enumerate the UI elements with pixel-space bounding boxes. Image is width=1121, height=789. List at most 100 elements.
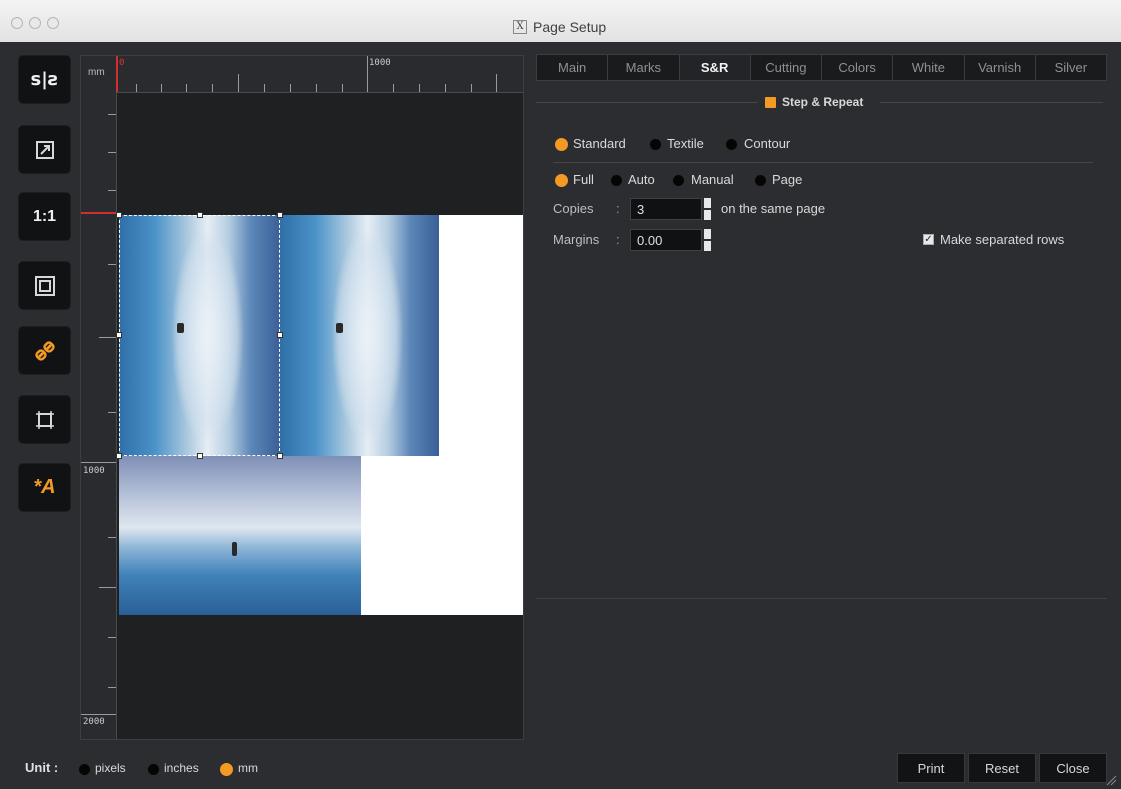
window-title-group: X Page Setup xyxy=(513,19,606,35)
horizontal-ruler: 0 1000 xyxy=(116,56,523,93)
crop-button[interactable] xyxy=(19,396,70,443)
fit-icon xyxy=(35,140,54,159)
divider xyxy=(553,162,1093,163)
resize-handle[interactable] xyxy=(116,212,122,218)
close-button[interactable]: Close xyxy=(1039,753,1107,783)
v-ruler-label-2000: 2000 xyxy=(83,717,105,727)
make-separated-rows-label: Make separated rows xyxy=(940,232,1065,247)
v-ruler-tick xyxy=(108,114,116,115)
tab-sr[interactable]: S&R xyxy=(679,55,751,80)
radio-full[interactable] xyxy=(555,174,568,187)
radio-manual-label: Manual xyxy=(691,172,734,187)
crop-icon xyxy=(35,410,54,429)
radio-unit-pixels[interactable] xyxy=(78,763,91,776)
radio-contour[interactable] xyxy=(725,138,738,151)
h-ruler-tick xyxy=(393,84,394,92)
radio-unit-mm[interactable] xyxy=(220,763,233,776)
h-ruler-tick xyxy=(238,74,239,92)
h-ruler-tick xyxy=(419,84,420,92)
v-ruler-tick xyxy=(108,637,116,638)
margins-stepper[interactable] xyxy=(704,229,711,251)
vertical-ruler: 1000 2000 xyxy=(81,92,117,739)
copies-increment[interactable] xyxy=(704,198,711,208)
tab-white[interactable]: White xyxy=(893,55,965,80)
h-ruler-tick xyxy=(367,56,368,92)
margins-colon: : xyxy=(616,232,620,247)
fit-button[interactable] xyxy=(19,126,70,173)
h-ruler-tick xyxy=(445,84,446,92)
copies-label: Copies xyxy=(553,201,594,216)
fit-page-button[interactable] xyxy=(19,262,70,309)
v-ruler-tick xyxy=(108,264,116,265)
margins-decrement[interactable] xyxy=(704,241,711,251)
step-repeat-checkbox[interactable] xyxy=(765,97,776,108)
actual-size-button[interactable]: 1:1 xyxy=(19,193,70,240)
image-copy-2[interactable] xyxy=(280,215,439,456)
print-button[interactable]: Print xyxy=(897,753,965,783)
h-ruler-tick xyxy=(496,74,497,92)
tab-cutting[interactable]: Cutting xyxy=(751,55,822,80)
radio-unit-inches[interactable] xyxy=(147,763,160,776)
radio-page[interactable] xyxy=(754,174,767,187)
copies-suffix: on the same page xyxy=(721,201,826,216)
ruler-unit: mm xyxy=(88,67,105,78)
copies-decrement[interactable] xyxy=(704,210,711,220)
window-title: Page Setup xyxy=(533,19,607,35)
settings-tabs: Main Marks S&R Cutting Colors White Varn… xyxy=(536,54,1107,81)
mirror-button[interactable]: s|ƨ xyxy=(19,56,70,103)
preview-pane[interactable]: mm 0 1000 1000 2000 xyxy=(80,55,524,740)
resize-handle[interactable] xyxy=(116,453,122,459)
copies-stepper[interactable] xyxy=(704,198,711,220)
margins-increment[interactable] xyxy=(704,229,711,239)
radio-standard-label: Standard xyxy=(573,136,626,151)
link-icon xyxy=(34,340,55,361)
tab-marks[interactable]: Marks xyxy=(608,55,680,80)
resize-grip-icon[interactable] xyxy=(1105,774,1117,786)
minimize-window-button[interactable] xyxy=(29,17,41,29)
tab-varnish[interactable]: Varnish xyxy=(965,55,1036,80)
radio-textile[interactable] xyxy=(649,138,662,151)
v-ruler-tick xyxy=(108,687,116,688)
title-bar: X Page Setup xyxy=(0,0,1121,43)
v-ruler-tick xyxy=(99,337,116,338)
resize-handle[interactable] xyxy=(277,212,283,218)
copies-input[interactable]: 3 xyxy=(630,198,702,220)
one-to-one-icon: 1:1 xyxy=(32,207,57,225)
margins-input[interactable]: 0.00 xyxy=(630,229,702,251)
resize-handle[interactable] xyxy=(116,332,122,338)
h-ruler-tick xyxy=(342,84,343,92)
v-ruler-tick xyxy=(108,152,116,153)
unit-label: Unit : xyxy=(25,760,59,775)
v-ruler-tick xyxy=(108,537,116,538)
radio-auto-label: Auto xyxy=(628,172,655,187)
radio-auto[interactable] xyxy=(610,174,623,187)
tab-colors[interactable]: Colors xyxy=(822,55,894,80)
image-copy-3[interactable] xyxy=(119,456,361,615)
radio-standard[interactable] xyxy=(555,138,568,151)
radio-manual[interactable] xyxy=(672,174,685,187)
ruler-corner: mm xyxy=(81,56,117,93)
reset-button[interactable]: Reset xyxy=(968,753,1036,783)
margins-label: Margins xyxy=(553,232,600,247)
close-window-button[interactable] xyxy=(11,17,23,29)
figure-silhouette xyxy=(232,542,237,556)
h-ruler-tick xyxy=(161,84,162,92)
zoom-window-button[interactable] xyxy=(47,17,59,29)
resize-handle[interactable] xyxy=(197,212,203,218)
auto-button[interactable]: *A xyxy=(19,464,70,511)
sr-panel: Step & Repeat Standard Textile Contour F… xyxy=(536,86,1107,599)
tab-silver[interactable]: Silver xyxy=(1036,55,1106,80)
resize-handle[interactable] xyxy=(277,453,283,459)
tab-main[interactable]: Main xyxy=(537,55,609,80)
h-ruler-label-1000: 1000 xyxy=(369,58,391,68)
radio-full-label: Full xyxy=(573,172,594,187)
divider xyxy=(536,102,758,103)
link-button[interactable] xyxy=(19,327,70,374)
resize-handle[interactable] xyxy=(277,332,283,338)
step-repeat-label: Step & Repeat xyxy=(782,95,864,109)
radio-textile-label: Textile xyxy=(667,136,704,151)
resize-handle[interactable] xyxy=(197,453,203,459)
selection-frame[interactable] xyxy=(119,215,280,456)
make-separated-rows-checkbox[interactable]: ✓ xyxy=(923,234,934,245)
radio-unit-mm-label: mm xyxy=(238,761,258,775)
